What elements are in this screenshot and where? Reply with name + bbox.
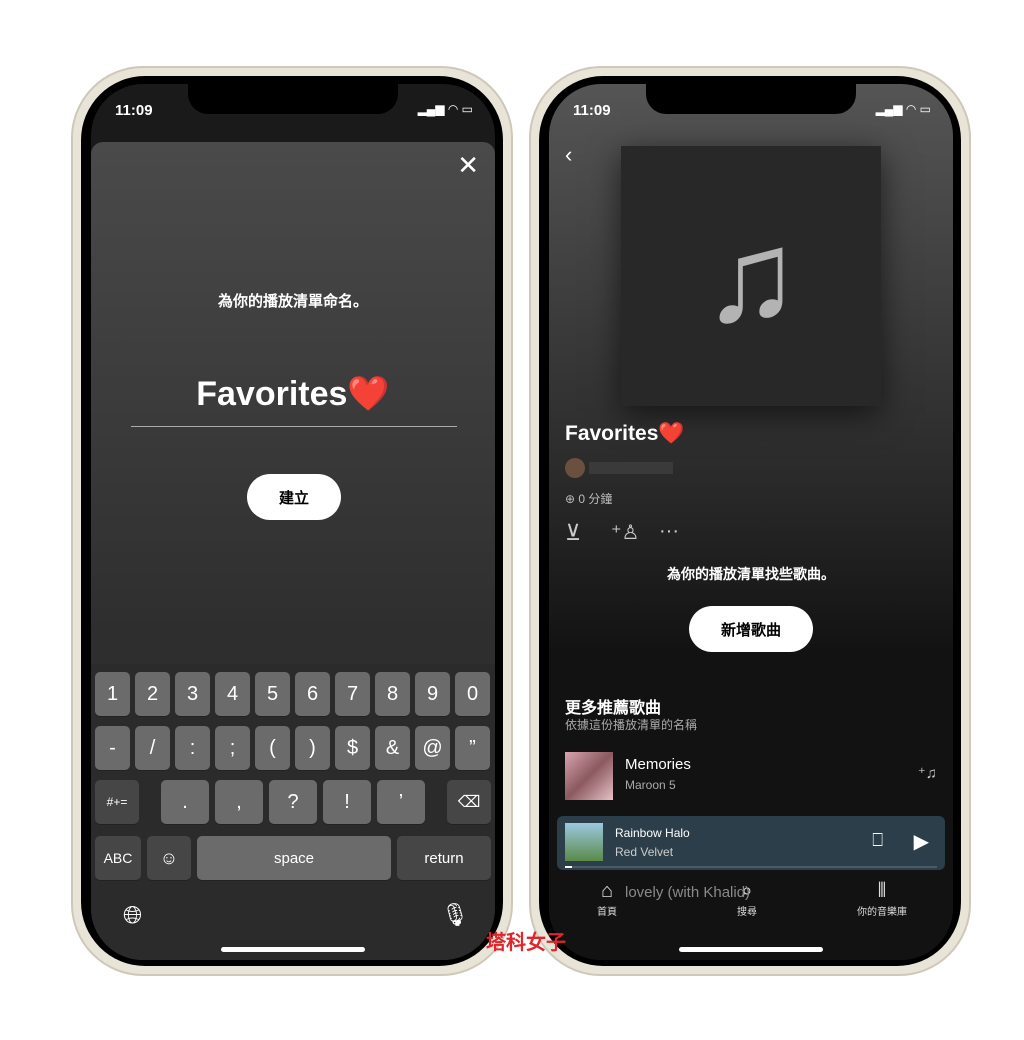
home-indicator	[221, 947, 365, 952]
delete-key[interactable]: ⌫	[447, 780, 491, 824]
key[interactable]: 6	[295, 672, 330, 716]
globe-icon: ⊕	[565, 492, 579, 506]
download-icon[interactable]: ⊻	[565, 520, 581, 546]
key[interactable]: @	[415, 726, 450, 770]
key[interactable]: -	[95, 726, 130, 770]
playlist-title: Favorites❤️	[565, 422, 685, 445]
input-underline	[131, 426, 457, 427]
add-songs-button[interactable]: 新增歌曲	[689, 606, 813, 652]
home-indicator	[679, 947, 823, 952]
return-key[interactable]: return	[397, 836, 491, 880]
now-playing-bar[interactable]: Rainbow Halo Red Velvet ⎕ ▶	[557, 816, 945, 870]
add-to-playlist-icon[interactable]: ⁺♫	[918, 764, 937, 782]
status-icons: ▂▄▆ ◠ ▭	[875, 102, 931, 116]
nav-library[interactable]: 你的音樂庫	[857, 903, 907, 918]
play-icon[interactable]: ▶	[914, 829, 929, 854]
owner-avatar[interactable]	[565, 458, 585, 478]
add-collaborator-icon[interactable]: ⁺♙	[611, 520, 640, 545]
key[interactable]: :	[175, 726, 210, 770]
key[interactable]: &	[375, 726, 410, 770]
key[interactable]: 5	[255, 672, 290, 716]
watermark: 塔科女子	[486, 932, 566, 954]
key[interactable]: ?	[269, 780, 317, 824]
key[interactable]: $	[335, 726, 370, 770]
key[interactable]: 9	[415, 672, 450, 716]
nav-home[interactable]: 首頁	[597, 903, 617, 918]
recommend-subtitle: 依據這份播放清單的名稱	[565, 718, 698, 732]
key[interactable]: #+=	[95, 780, 139, 824]
now-playing-art	[565, 823, 603, 861]
status-icons: ▂▄▆ ◠ ▭	[417, 102, 473, 116]
track-artist: Maroon 5	[625, 778, 676, 792]
key[interactable]: 4	[215, 672, 250, 716]
globe-icon[interactable]: 🌐︎	[123, 902, 142, 930]
key[interactable]: !	[323, 780, 371, 824]
key[interactable]: 0	[455, 672, 490, 716]
create-button[interactable]: 建立	[247, 474, 341, 520]
nav-search[interactable]: 搜尋	[737, 903, 757, 918]
library-icon: ⫴	[877, 880, 887, 902]
space-key[interactable]: space	[197, 836, 391, 880]
playlist-cover-music-note-icon: ♫	[621, 146, 881, 406]
home-icon: ⌂	[600, 880, 614, 902]
now-playing-artist: Red Velvet	[615, 845, 674, 859]
key[interactable]: .	[161, 780, 209, 824]
name-playlist-screen: 11:09 ▂▄▆ ◠ ▭ ✕ 為你的播放清單命名。 Favorites❤️ 建…	[91, 84, 495, 960]
key[interactable]: )	[295, 726, 330, 770]
track-row[interactable]: Memories Maroon 5 ⁺♫	[549, 748, 953, 804]
key[interactable]: ’	[377, 780, 425, 824]
key[interactable]: ,	[215, 780, 263, 824]
playlist-name-input[interactable]: Favorites❤️	[91, 374, 495, 414]
right-phone: 11:09 ▂▄▆ ◠ ▭ ‹ ♫ Favorites❤️ ⊕ 0 分鐘 ⊻ ⁺…	[529, 66, 971, 976]
name-prompt: 為你的播放清單命名。	[217, 293, 368, 310]
key[interactable]: 7	[335, 672, 370, 716]
track-title: Memories	[625, 756, 691, 773]
empty-prompt: 為你的播放清單找些歌曲。	[667, 566, 835, 582]
left-phone: 11:09 ▂▄▆ ◠ ▭ ✕ 為你的播放清單命名。 Favorites❤️ 建…	[71, 66, 513, 976]
key[interactable]: ”	[455, 726, 490, 770]
key[interactable]: 3	[175, 672, 210, 716]
key[interactable]: 2	[135, 672, 170, 716]
back-icon[interactable]: ‹	[565, 142, 572, 168]
key[interactable]: 8	[375, 672, 410, 716]
owner-name-blurred	[589, 462, 673, 474]
status-time: 11:09	[115, 102, 153, 119]
key[interactable]: ;	[215, 726, 250, 770]
microphone-icon[interactable]: 🎙︎	[441, 902, 469, 928]
abc-key[interactable]: ABC	[95, 836, 141, 880]
now-playing-title: Rainbow Halo	[615, 826, 690, 840]
track-title[interactable]: lovely (with Khalid)	[625, 884, 750, 901]
key[interactable]: 1	[95, 672, 130, 716]
more-options-icon[interactable]: ···	[659, 520, 679, 543]
close-icon[interactable]: ✕	[457, 150, 479, 181]
duration: 0 分鐘	[578, 492, 613, 506]
key[interactable]: /	[135, 726, 170, 770]
connect-device-icon[interactable]: ⎕	[872, 830, 883, 851]
album-art	[565, 752, 613, 800]
progress-bar[interactable]	[565, 866, 937, 868]
key[interactable]: (	[255, 726, 290, 770]
keyboard: 1 2 3 4 5 6 7 8 9 0 - /:;() $ & @” #+=.,?!’ ABC ☺ space…	[91, 664, 495, 960]
status-time: 11:09	[573, 102, 611, 119]
emoji-key[interactable]: ☺	[147, 836, 191, 880]
playlist-screen: 11:09 ▂▄▆ ◠ ▭ ‹ ♫ Favorites❤️ ⊕ 0 分鐘 ⊻ ⁺…	[549, 84, 953, 960]
recommend-title: 更多推薦歌曲	[565, 700, 662, 717]
